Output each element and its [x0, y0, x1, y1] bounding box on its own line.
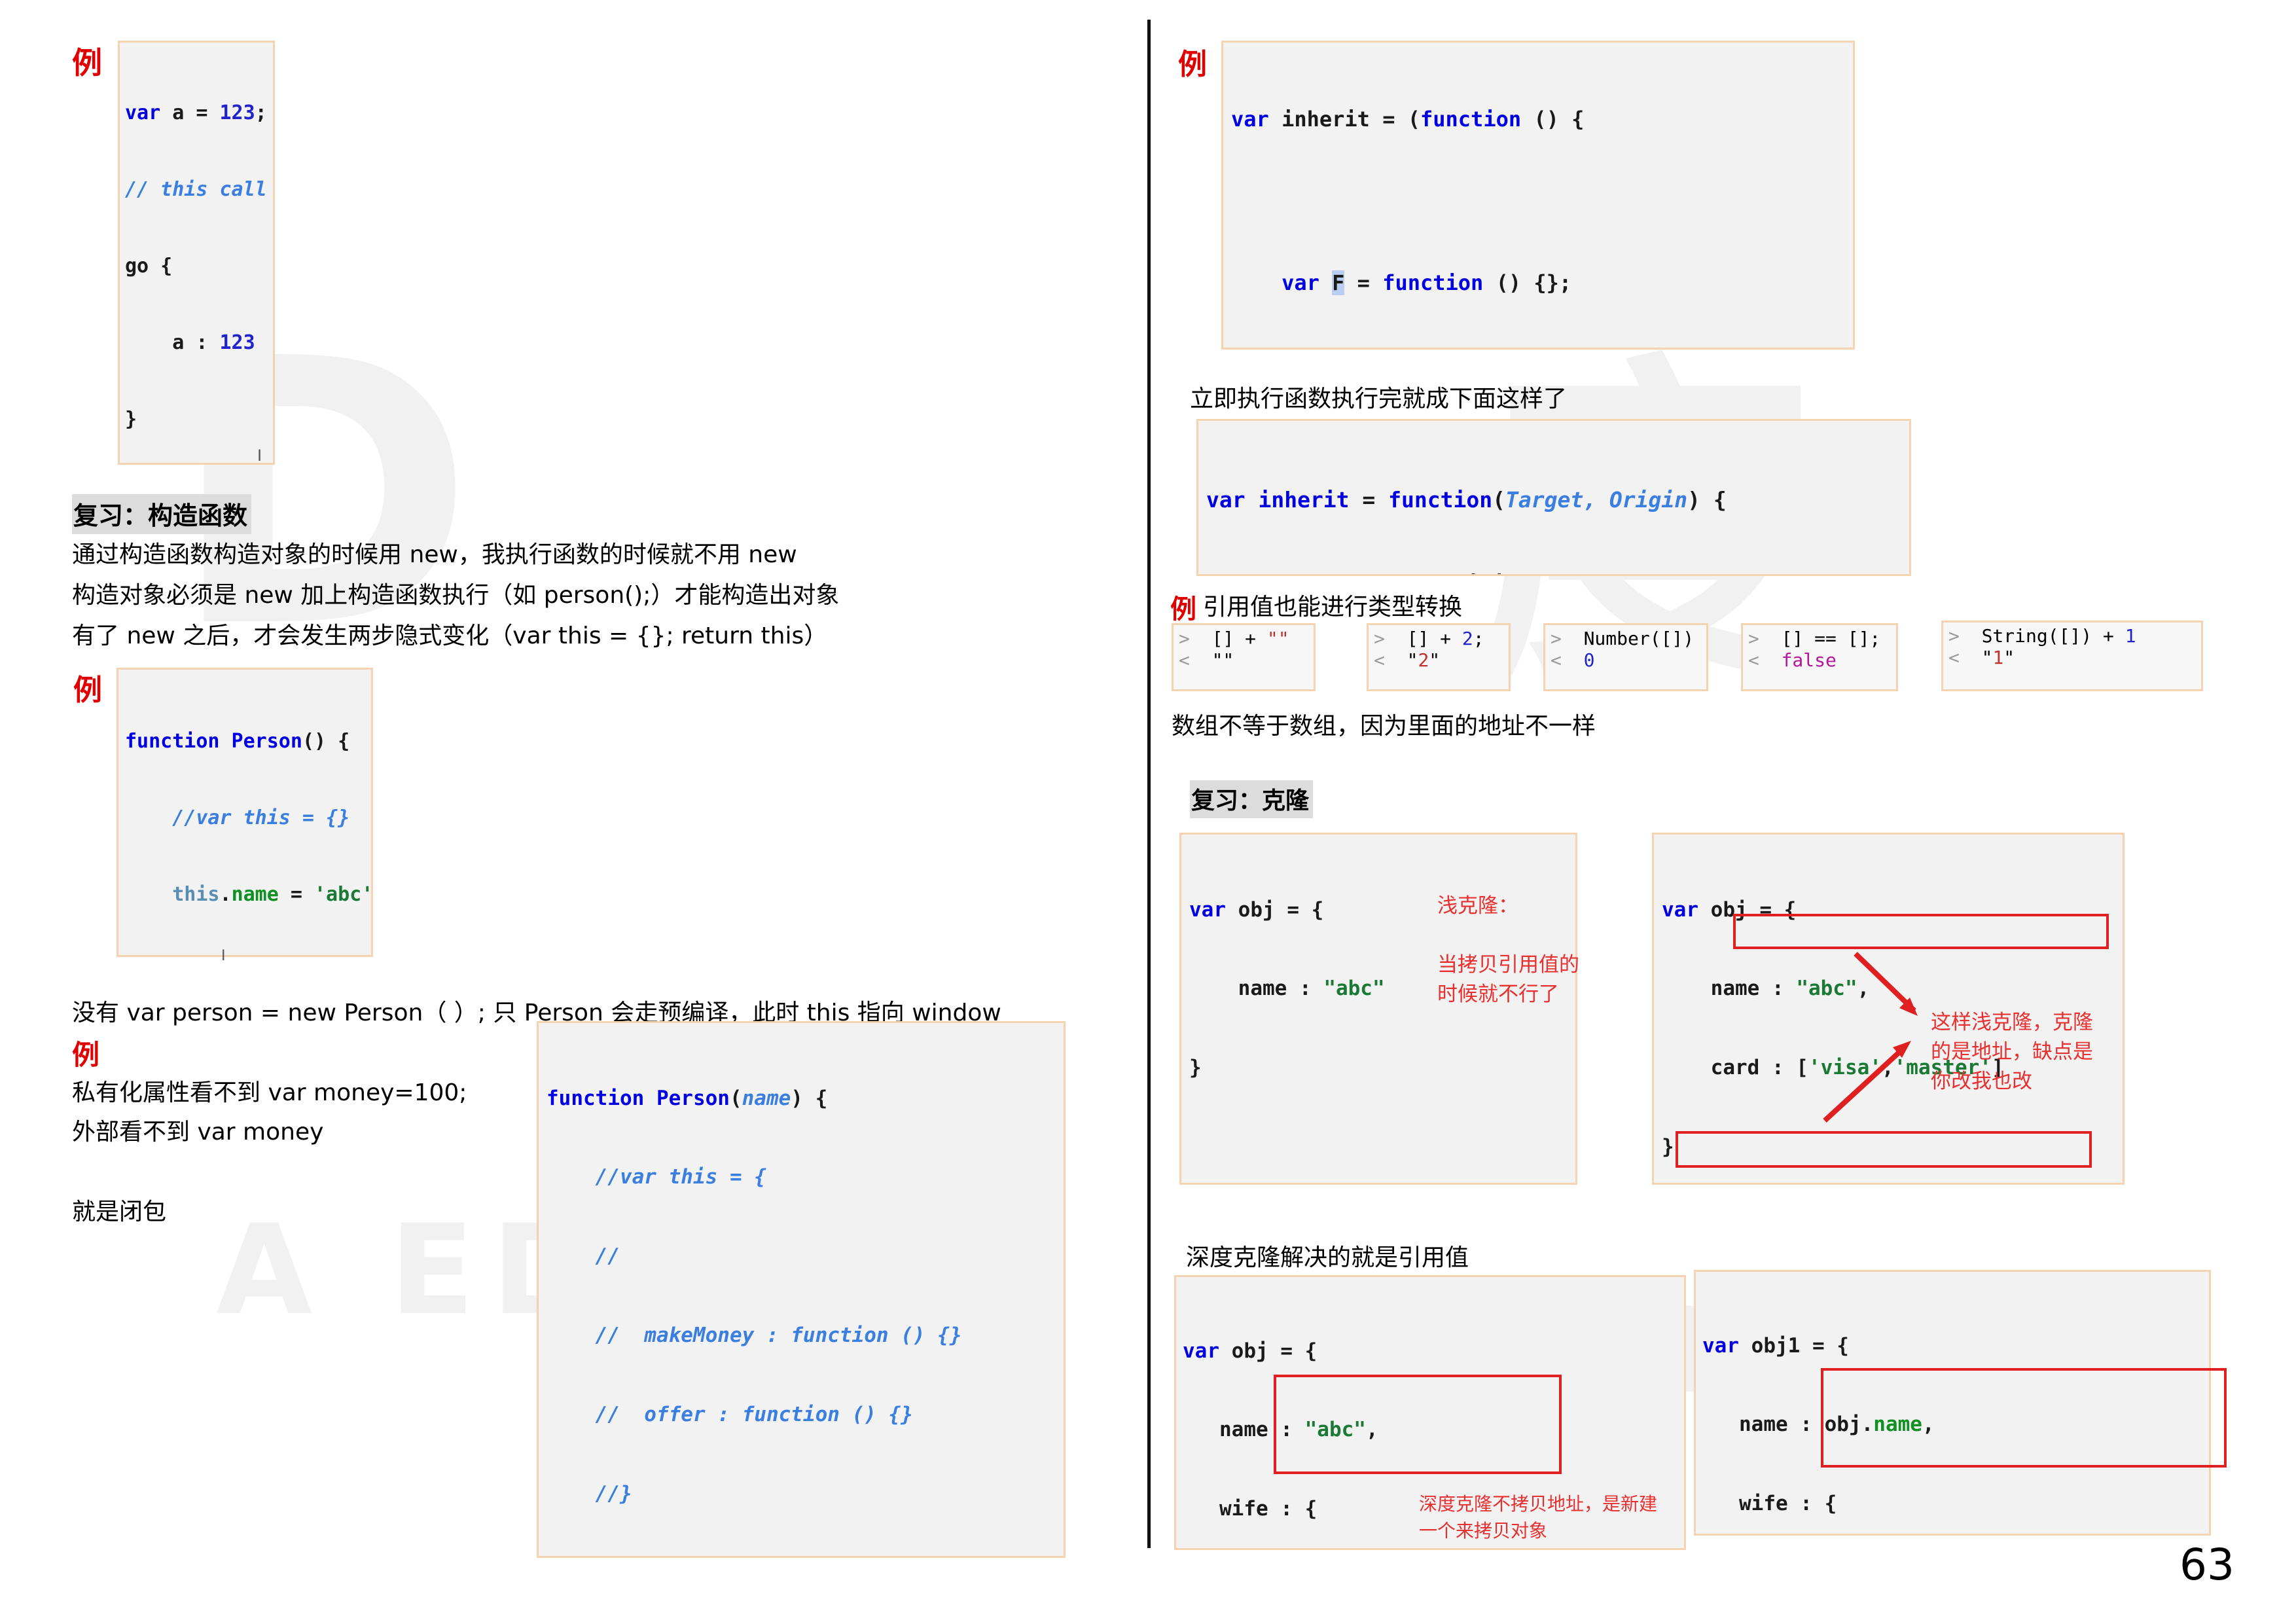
heading-constructor-review: 复习：构造函数 — [72, 494, 252, 534]
console-output-row: < "1" — [1948, 647, 2015, 668]
code-line: //var this = {} — [172, 806, 350, 829]
code-line: name : "abc", — [1662, 977, 1870, 1001]
paragraph-closure-line-4: 就是闭包 — [72, 1199, 167, 1225]
heading-clone-review: 复习：克隆 — [1190, 780, 1314, 818]
paragraph-constructor-line-3: 有了 new 之后，才会发生两步隐式变化（var this = {}; retu… — [72, 623, 828, 649]
text-cursor-icon: I — [257, 446, 262, 465]
console-output-row: < "2" — [1374, 649, 1441, 671]
paragraph-constructor-line-1: 通过构造函数构造对象的时候用 new，我执行函数的时候就不用 new — [72, 541, 797, 568]
code-line: // makeMoney : function () {} — [595, 1324, 962, 1348]
console-output-row: < 0 — [1551, 649, 1595, 671]
console-input-row: > [] == []; — [1748, 628, 1881, 649]
code-line: var obj = { — [1183, 1339, 1318, 1363]
annotation-shallow-clone: 浅克隆： 当拷贝引用值的 时候就不行了 — [1437, 894, 1579, 1006]
example-marker-right-2: 例 — [1170, 594, 1196, 624]
console-input-row: > String([]) + 1 — [1948, 625, 2136, 647]
code-line: } — [1662, 1135, 1674, 1159]
paragraph-closure-line-2: 外部看不到 var money — [72, 1119, 324, 1146]
code-line: function Person(name) { — [547, 1086, 828, 1110]
code-line: var obj = { — [1662, 897, 1797, 922]
code-line: name : "abc", — [1183, 1418, 1378, 1442]
console-output-row: < false — [1748, 649, 1837, 671]
code-line: var a = 123; — [125, 101, 267, 124]
code-line: var obj1 = { — [1702, 1333, 1849, 1358]
console-box-1: > [] + "" < "" — [1172, 623, 1316, 691]
console-box-3: > Number([]) < 0 — [1543, 623, 1708, 691]
code-line: a : 123 — [125, 331, 255, 354]
example-marker-right-1: 例 — [1178, 48, 1207, 81]
document-page: D A EDU 度 EDU 例 var a = 123; // this cal… — [0, 0, 2296, 1624]
code-block-inherit-iife: var inherit = (function () { var F = fun… — [1221, 41, 1855, 350]
code-line: var inherit = function(Target, Origin) { — [1206, 486, 1727, 513]
code-line: // — [595, 1244, 620, 1269]
code-line: go { — [125, 255, 173, 278]
code-line: F.prototype = Origin.prototype; — [1206, 570, 1901, 574]
note-arrays-not-equal: 数组不等于数组，因为里面的地址不一样 — [1172, 713, 1596, 740]
console-output-row: < "" — [1179, 649, 1234, 671]
code-line: // offer : function () {} — [595, 1403, 913, 1427]
example-marker-1: 例 — [72, 45, 102, 81]
code-line: } — [125, 408, 137, 431]
code-line: //var this = { — [595, 1165, 766, 1189]
console-box-5: > String([]) + 1 < "1" — [1941, 621, 2203, 691]
console-box-2: > [] + 2; < "2" — [1367, 623, 1511, 691]
code-block-person-constructor: function Person() { //var this = {} this… — [117, 668, 373, 957]
console-box-4: > [] == []; < false — [1741, 623, 1898, 691]
console-input-row: > Number([]) — [1551, 628, 1695, 649]
annotation-deep-clone: 深度克隆不拷贝地址，是新建 一个来拷贝对象 — [1419, 1493, 1658, 1542]
console-input-row: > [] + "" — [1179, 628, 1289, 649]
code-line: this.name = 'abc'; — [172, 883, 373, 906]
console-input-row: > [] + 2; — [1374, 628, 1484, 649]
note-iife-result: 立即执行函数执行完就成下面这样了 — [1190, 386, 1568, 412]
code-line: // this call — [125, 178, 267, 201]
code-block-deep-clone-target: var obj1 = { name : obj.name, wife : { n… — [1694, 1270, 2211, 1536]
paragraph-constructor-line-2: 构造对象必须是 new 加上构造函数执行（如 person();）才能构造出对象 — [72, 582, 840, 609]
paragraph-closure-line-1: 私有化属性看不到 var money=100; — [72, 1079, 467, 1106]
code-line: wife : { — [1702, 1492, 1837, 1516]
code-line: var inherit = (function () { — [1231, 107, 1585, 132]
code-block-closure-person: function Person(name) { //var this = { /… — [537, 1021, 1066, 1558]
code-line: } — [1189, 1056, 1202, 1080]
column-divider — [1147, 20, 1151, 1548]
code-line: name : obj.name, — [1702, 1413, 1935, 1437]
example-marker-3: 例 — [72, 1039, 100, 1071]
note-type-conversion: 引用值也能进行类型转换 — [1203, 594, 1463, 621]
code-line: var F = function () {}; — [1282, 270, 1572, 295]
code-line: function Person() { — [125, 730, 350, 753]
code-line: //} — [595, 1482, 632, 1506]
note-deep-clone: 深度克隆解决的就是引用值 — [1186, 1244, 1469, 1271]
annotation-shallow-clone-reference: 这样浅克隆，克隆 的是地址，缺点是 你改我也改 — [1931, 1011, 2093, 1093]
text-cursor-icon-2: I — [221, 948, 226, 964]
page-number: 63 — [2179, 1540, 2234, 1590]
example-marker-2: 例 — [73, 674, 102, 707]
code-block-scope-chain: var a = 123; // this call go { a : 123 }… — [118, 41, 275, 465]
code-block-inherit-result: var inherit = function(Target, Origin) {… — [1196, 419, 1911, 576]
